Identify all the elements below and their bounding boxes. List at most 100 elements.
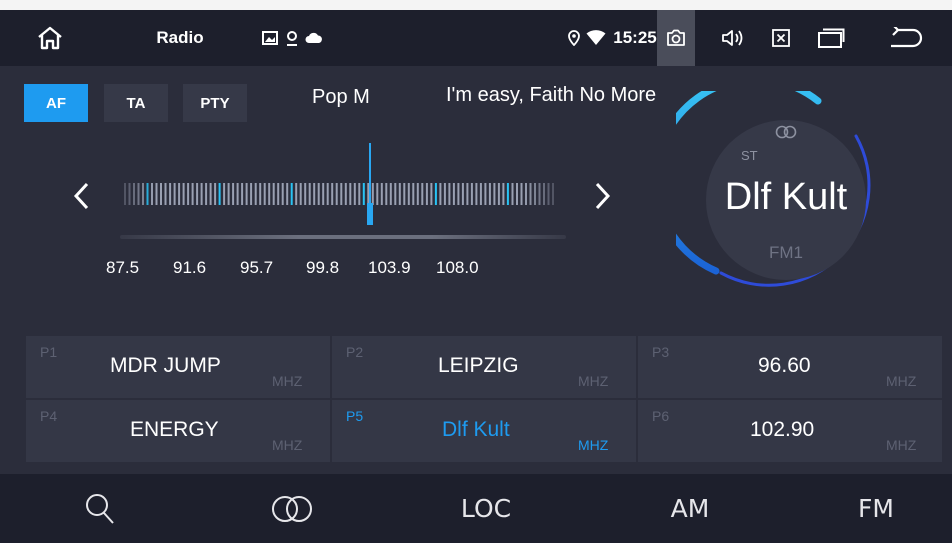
preset-p2[interactable]: P2 LEIPZIG MHZ	[332, 336, 636, 398]
af-button[interactable]: AF	[24, 84, 88, 122]
tick-mark	[209, 183, 212, 205]
tick-mark	[457, 183, 460, 205]
tick-mark	[151, 183, 153, 205]
volume-icon[interactable]	[716, 10, 750, 66]
tick-mark	[263, 183, 266, 205]
frequency-ticks[interactable]	[118, 181, 558, 207]
tick-mark	[250, 183, 253, 205]
home-icon[interactable]	[28, 10, 72, 66]
seek-down-button[interactable]	[66, 172, 96, 220]
tick-mark	[484, 183, 487, 205]
tick-mark	[254, 183, 257, 205]
tick-mark	[196, 183, 199, 205]
tick-mark	[164, 183, 167, 205]
close-window-icon[interactable]	[766, 10, 796, 66]
tick-mark	[461, 183, 464, 205]
seek-up-button[interactable]	[588, 172, 618, 220]
tick-mark	[331, 183, 334, 205]
preset-unit: MHZ	[886, 373, 917, 389]
preset-p6[interactable]: P6 102.90 MHZ	[638, 400, 942, 462]
tick-mark	[380, 183, 383, 205]
location-pin-icon	[566, 10, 582, 66]
tick-mark	[191, 183, 194, 205]
tick-mark	[268, 183, 271, 205]
tick-mark	[227, 183, 230, 205]
tick-mark	[443, 183, 446, 205]
preset-p5[interactable]: P5 Dlf Kult MHZ	[332, 400, 636, 462]
tick-mark	[133, 183, 135, 205]
preset-number: P1	[40, 344, 58, 360]
tick-mark	[223, 183, 226, 205]
tuner-baseline	[120, 235, 566, 239]
tuner-needle[interactable]	[369, 143, 372, 207]
gallery-icon	[260, 10, 280, 66]
tick-mark	[137, 183, 140, 205]
cloud-icon	[304, 10, 324, 66]
tick-mark	[218, 183, 221, 205]
preset-name: Dlf Kult	[442, 418, 510, 441]
scale-label: 103.9	[368, 258, 411, 277]
tick-mark	[290, 183, 293, 205]
status-bar: Radio 15:25	[0, 10, 952, 66]
tick-mark	[538, 183, 541, 205]
ta-button[interactable]: TA	[104, 84, 168, 122]
tick-mark	[425, 183, 428, 205]
tick-mark	[398, 183, 401, 205]
tick-mark	[142, 183, 144, 205]
preset-unit: MHZ	[272, 437, 303, 453]
tick-mark	[241, 183, 244, 205]
scale-label: 108.0	[436, 258, 479, 277]
stereo-icon	[775, 125, 797, 139]
stereo-toggle-icon[interactable]	[252, 474, 332, 543]
preset-p1[interactable]: P1 MDR JUMP MHZ	[26, 336, 330, 398]
tick-mark	[506, 183, 509, 205]
scale-label: 99.8	[306, 258, 340, 277]
tuner-needle-handle[interactable]	[367, 203, 374, 225]
back-icon[interactable]	[884, 10, 928, 66]
tick-mark	[124, 183, 126, 205]
tick-mark	[344, 183, 347, 205]
preset-unit: MHZ	[578, 373, 609, 389]
tick-mark	[335, 183, 338, 205]
tick-mark	[470, 183, 473, 205]
pty-value: Pop M	[312, 86, 370, 108]
tick-mark	[259, 183, 262, 205]
loc-button[interactable]: LOC	[436, 474, 536, 543]
preset-unit: MHZ	[272, 373, 303, 389]
tick-mark	[385, 183, 388, 205]
stereo-label: ST	[741, 148, 758, 163]
recent-apps-icon[interactable]	[814, 10, 848, 66]
camera-icon[interactable]	[657, 10, 695, 66]
tick-mark	[277, 183, 280, 205]
tick-mark	[493, 183, 496, 205]
tick-mark	[552, 183, 554, 205]
current-station: Dlf Kult	[724, 176, 848, 218]
tick-mark	[313, 183, 316, 205]
search-icon[interactable]	[60, 474, 140, 543]
tick-mark	[502, 183, 505, 205]
preset-number: P2	[346, 344, 364, 360]
bottom-bar: LOC AM FM	[0, 474, 952, 543]
tick-mark	[160, 183, 162, 205]
preset-p4[interactable]: P4 ENERGY MHZ	[26, 400, 330, 462]
tick-mark	[169, 183, 172, 205]
tick-mark	[534, 183, 536, 205]
tick-mark	[205, 183, 208, 205]
tick-mark	[497, 183, 500, 205]
tick-mark	[317, 183, 320, 205]
fm-button[interactable]: FM	[826, 474, 926, 543]
tick-mark	[394, 183, 397, 205]
pty-button[interactable]: PTY	[183, 84, 247, 122]
preset-p3[interactable]: P3 96.60 MHZ	[638, 336, 942, 398]
preset-number: P5	[346, 408, 364, 424]
preset-name: LEIPZIG	[438, 354, 519, 377]
preset-unit: MHZ	[886, 437, 917, 453]
tick-mark	[547, 183, 550, 205]
tick-mark	[173, 183, 176, 205]
tick-mark	[362, 183, 365, 205]
tick-mark	[178, 183, 181, 205]
am-button[interactable]: AM	[640, 474, 740, 543]
tick-mark	[308, 183, 311, 205]
app-title: Radio	[156, 28, 204, 47]
tick-mark	[340, 183, 343, 205]
